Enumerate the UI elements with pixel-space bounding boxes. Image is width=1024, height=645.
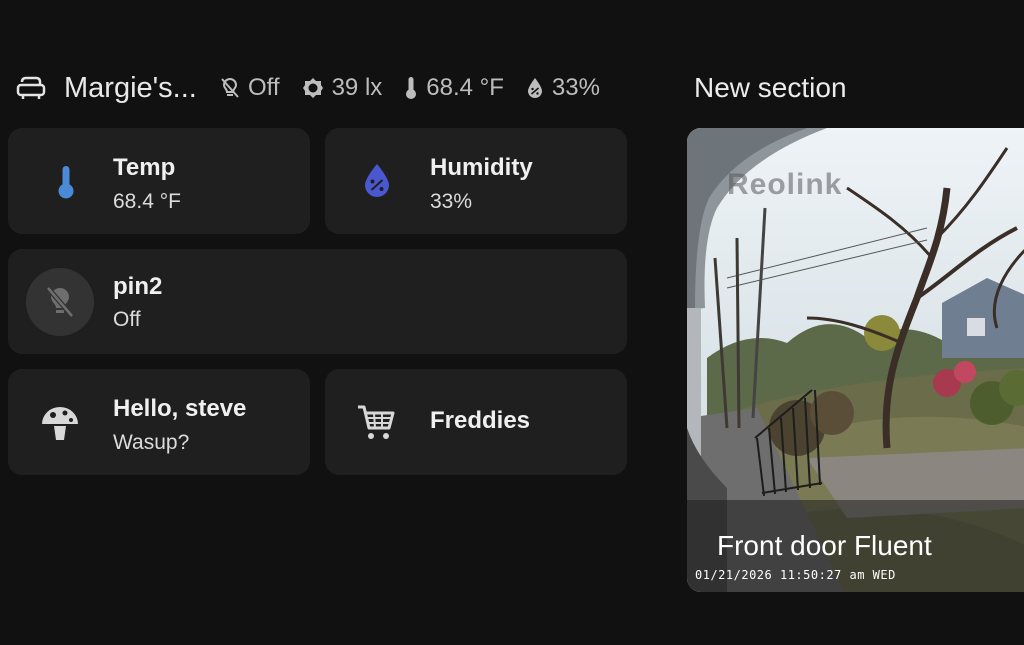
tile-pin2-name: pin2	[113, 273, 163, 300]
camera-card[interactable]: Reolink Front door Fluent 01/21/2026 11:…	[687, 128, 1024, 592]
tile-temp[interactable]: Temp 68.4 °F	[8, 128, 310, 234]
water-percent-icon	[357, 160, 397, 200]
badge-temperature[interactable]: 68.4 °F	[404, 74, 504, 102]
badge-humidity-value: 33%	[551, 74, 600, 101]
tile-humidity-state: 33%	[430, 190, 473, 213]
section-title: New section	[694, 72, 847, 103]
tile-hello-state: Wasup?	[113, 431, 190, 454]
tile-hello-name: Hello, steve	[113, 395, 247, 422]
sofa-icon	[16, 76, 48, 100]
tile-humidity-name: Humidity	[430, 154, 533, 181]
thermometer-icon	[46, 162, 86, 202]
tile-freddies-name: Freddies	[430, 407, 531, 434]
tile-temp-name: Temp	[113, 154, 176, 181]
tile-temp-state: 68.4 °F	[113, 190, 181, 213]
badge-temperature-value: 68.4 °F	[426, 74, 504, 101]
lightbulb-off-icon[interactable]	[26, 268, 94, 336]
camera-timestamp: 01/21/2026 11:50:27 am WED	[695, 568, 896, 582]
brightness-icon	[302, 78, 323, 98]
tile-pin2[interactable]: pin2 Off	[8, 249, 627, 354]
badge-humidity[interactable]: 33%	[526, 74, 600, 102]
tile-pin2-state: Off	[113, 308, 141, 331]
mushroom-icon	[38, 401, 82, 445]
water-percent-icon	[527, 78, 542, 98]
thermometer-icon	[406, 77, 417, 99]
area-header[interactable]: Margie's... Off 39 lx 68.4 °F 33%	[0, 66, 640, 110]
area-badges: Off 39 lx 68.4 °F 33%	[220, 66, 622, 110]
lightbulb-off-icon	[221, 77, 239, 98]
tile-humidity[interactable]: Humidity 33%	[325, 128, 627, 234]
badge-illuminance[interactable]: 39 lx	[302, 74, 383, 102]
badge-light-value: Off	[248, 74, 280, 101]
camera-name: Front door Fluent	[717, 530, 932, 561]
camera-watermark: Reolink	[727, 168, 843, 201]
area-title: Margie's...	[64, 72, 197, 104]
tile-freddies[interactable]: Freddies	[325, 369, 627, 475]
tile-hello[interactable]: Hello, steve Wasup?	[8, 369, 310, 475]
badge-light[interactable]: Off	[220, 74, 280, 102]
cart-icon	[353, 401, 399, 445]
badge-illuminance-value: 39 lx	[331, 74, 383, 101]
